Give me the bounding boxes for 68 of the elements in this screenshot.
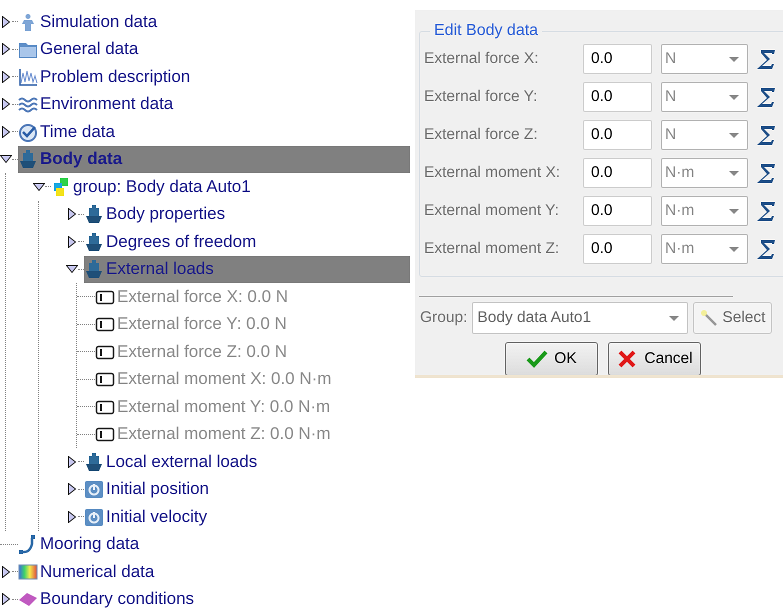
field-label: External moment X: <box>424 164 562 182</box>
ok-button[interactable]: OK <box>505 342 598 375</box>
gradient-icon <box>18 562 38 582</box>
close-icon <box>616 350 638 368</box>
collapse-icon[interactable] <box>33 180 45 193</box>
expand-icon[interactable] <box>0 593 12 606</box>
sigma-icon[interactable] <box>757 162 777 184</box>
expand-icon[interactable] <box>66 510 78 523</box>
field-label: External force Y: <box>424 88 538 106</box>
tree-item[interactable]: Mooring data <box>38 534 140 554</box>
check-icon <box>526 350 548 368</box>
input-field[interactable]: 0.0 <box>583 196 652 226</box>
input-field[interactable]: 0.0 <box>583 44 652 74</box>
collapse-icon[interactable] <box>0 153 12 166</box>
ship-icon <box>84 259 104 280</box>
expand-icon[interactable] <box>0 126 12 138</box>
ship-icon <box>84 232 104 252</box>
field-label: External force Z: <box>424 126 539 144</box>
ship-icon <box>18 149 38 170</box>
wand-icon <box>700 309 718 327</box>
expand-icon[interactable] <box>0 566 12 578</box>
group-label: Group: <box>419 309 468 327</box>
expand-icon[interactable] <box>0 70 12 83</box>
expand-icon[interactable] <box>66 483 78 496</box>
sigma-icon[interactable] <box>757 86 777 108</box>
expand-icon[interactable] <box>66 208 78 220</box>
select-button[interactable]: Select <box>693 302 772 334</box>
expand-icon[interactable] <box>66 236 78 248</box>
sigma-icon[interactable] <box>757 48 777 70</box>
expand-icon[interactable] <box>66 456 78 468</box>
group-dropdown[interactable]: Body data Auto1 <box>472 302 688 334</box>
tree-item[interactable]: Simulation data <box>38 12 158 32</box>
input-field[interactable]: 0.0 <box>583 158 652 188</box>
sigma-icon[interactable] <box>757 124 777 146</box>
cubes-icon <box>51 176 71 197</box>
field-label: External moment Y: <box>424 202 560 220</box>
expand-icon[interactable] <box>0 43 12 56</box>
tree-item[interactable]: Initial velocity <box>104 506 208 527</box>
input-field[interactable]: 0.0 <box>583 120 652 150</box>
tree-item[interactable]: General data <box>38 39 138 60</box>
chart-icon <box>18 66 38 87</box>
sigma-icon[interactable] <box>757 238 777 260</box>
tree-item[interactable]: Problem description <box>38 66 190 87</box>
input-field[interactable]: 0.0 <box>583 234 652 264</box>
tree-item[interactable]: Boundary conditions <box>38 589 194 609</box>
cancel-button[interactable]: Cancel <box>608 342 701 375</box>
tree-item[interactable]: Environment data <box>38 94 174 114</box>
ship-icon <box>84 204 104 224</box>
tree-item[interactable]: Degrees of freedom <box>104 232 256 252</box>
power-icon <box>84 506 104 527</box>
field-label: External moment Z: <box>424 240 560 258</box>
field-label: External force X: <box>424 50 540 68</box>
tree-item[interactable]: Time data <box>38 122 115 142</box>
input-field[interactable]: 0.0 <box>583 82 652 112</box>
cable-icon <box>18 534 38 554</box>
tree-item[interactable]: Body properties <box>104 204 226 224</box>
expand-icon[interactable] <box>0 98 12 110</box>
collapse-icon[interactable] <box>66 263 78 276</box>
ship-icon <box>84 452 104 472</box>
group-title: Edit Body data <box>433 22 540 40</box>
sigma-icon[interactable] <box>757 200 777 222</box>
expand-icon[interactable] <box>0 16 12 28</box>
power-icon <box>84 479 104 500</box>
clock-icon <box>18 122 38 142</box>
tree-item[interactable]: group: Body data Auto1 <box>71 176 251 197</box>
tree-item[interactable]: Numerical data <box>38 562 154 582</box>
tree-item[interactable]: Initial position <box>104 479 210 500</box>
tree-item[interactable]: Local external loads <box>104 452 258 472</box>
